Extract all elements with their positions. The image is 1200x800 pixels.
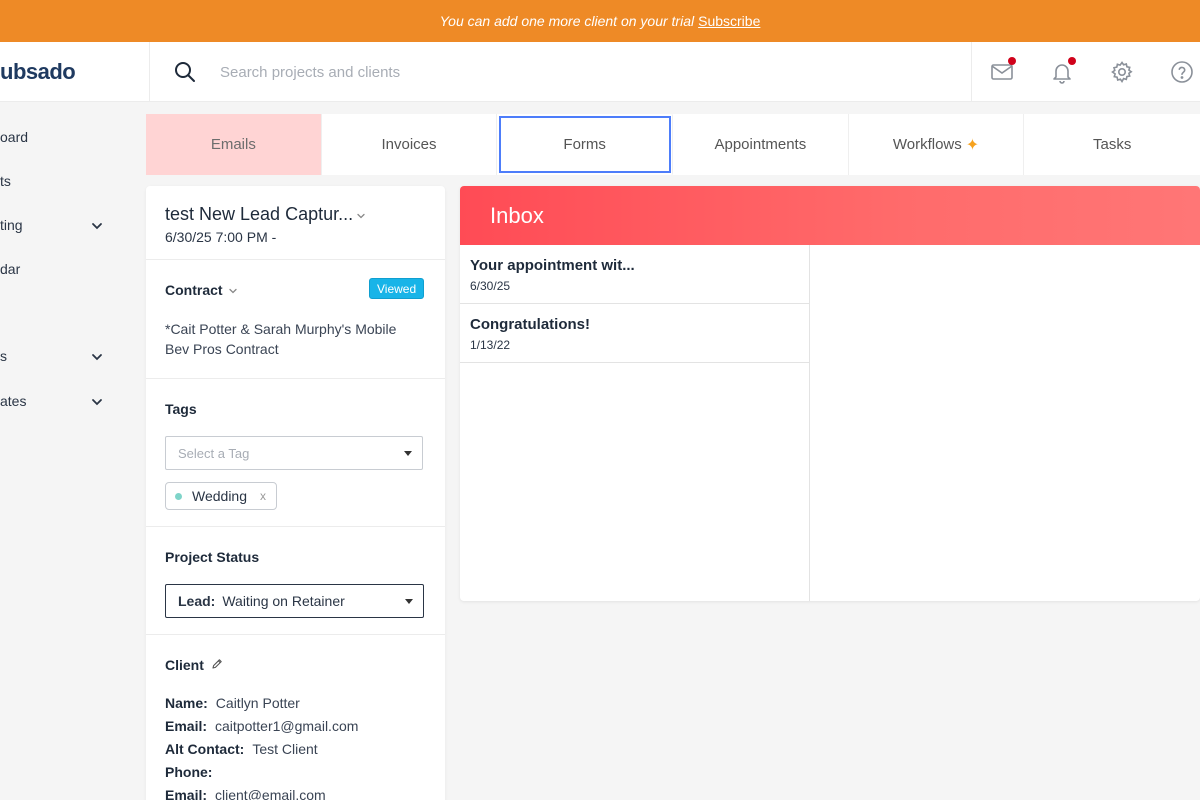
- chevron-down-icon[interactable]: [228, 286, 238, 296]
- subscribe-link[interactable]: Subscribe: [698, 13, 760, 29]
- search-input[interactable]: [210, 58, 710, 86]
- sidebar-item-tools[interactable]: s: [0, 345, 115, 369]
- sidebar-item-templates[interactable]: ates: [0, 390, 115, 414]
- field-value: Test Client: [252, 741, 318, 757]
- sidebar-item-label: ts: [0, 173, 11, 189]
- field-value[interactable]: client@email.com: [215, 787, 326, 800]
- field-value[interactable]: caitpotter1@gmail.com: [215, 718, 358, 734]
- tag-select[interactable]: Select a Tag: [165, 436, 423, 470]
- sidebar-item-dashboard[interactable]: oard: [0, 126, 115, 150]
- project-title[interactable]: test New Lead Captur...: [165, 204, 353, 225]
- project-status-label: Project Status: [165, 549, 260, 565]
- inbox-message-list: Your appointment wit... 6/30/25 Congratu…: [460, 245, 810, 601]
- client-phone-row: Phone:: [165, 764, 220, 780]
- sidebar-item-label: s: [0, 348, 7, 364]
- logo[interactable]: ubsado: [0, 42, 150, 102]
- field-label: Name:: [165, 695, 208, 711]
- bell-notification-dot: [1068, 57, 1076, 65]
- caret-down-icon: [405, 599, 413, 604]
- sparkle-icon: ✦: [965, 136, 980, 154]
- viewed-status-badge: Viewed: [369, 278, 425, 299]
- chevron-down-icon: [92, 354, 102, 361]
- logo-text: ubsado: [0, 59, 76, 84]
- sidebar-item-label: ates: [0, 393, 27, 409]
- tab-label: Appointments: [714, 136, 807, 153]
- top-header: ubsado: [0, 42, 1200, 102]
- sidebar-item-calendar[interactable]: dar: [0, 258, 115, 282]
- client-alt-email-row: Email: client@email.com: [165, 787, 326, 800]
- inbox-header: Inbox: [460, 186, 1200, 245]
- tag-select-placeholder: Select a Tag: [178, 445, 250, 461]
- tag-color-dot: [175, 493, 182, 500]
- message-date: 6/30/25: [470, 279, 511, 293]
- remove-tag-icon[interactable]: x: [260, 489, 266, 503]
- client-alt-contact-row: Alt Contact: Test Client: [165, 741, 318, 757]
- chevron-down-icon: [92, 399, 102, 406]
- field-label: Alt Contact:: [165, 741, 245, 757]
- tab-tasks[interactable]: Tasks: [1024, 114, 1200, 175]
- project-status-select[interactable]: Lead: Waiting on Retainer: [165, 584, 424, 618]
- sidebar-item-scheduling[interactable]: ting: [0, 214, 115, 238]
- field-label: Email:: [165, 787, 208, 800]
- project-tabs: Emails Invoices Forms Appointments Workf…: [146, 114, 1200, 175]
- header-divider: [971, 42, 972, 102]
- contract-label[interactable]: Contract: [165, 282, 223, 298]
- help-icon[interactable]: [1170, 60, 1194, 84]
- tab-forms[interactable]: Forms: [497, 114, 674, 175]
- contract-name[interactable]: *Cait Potter & Sarah Murphy's Mobile Bev…: [165, 319, 425, 359]
- caret-down-icon: [404, 451, 412, 456]
- inbox-title: Inbox: [490, 202, 544, 228]
- sidebar: oard ts ting dar s ates: [0, 102, 130, 800]
- chevron-down-icon[interactable]: [356, 211, 366, 221]
- client-email-row: Email: caitpotter1@gmail.com: [165, 718, 358, 734]
- tags-label: Tags: [165, 401, 197, 417]
- contract-name-line2: Bev Pros Contract: [165, 341, 279, 357]
- project-details-panel: test New Lead Captur... 6/30/25 7:00 PM …: [146, 186, 445, 800]
- trial-banner: You can add one more client on your tria…: [0, 0, 1200, 42]
- tag-chip-wedding[interactable]: Wedding x: [165, 482, 278, 510]
- message-subject: Your appointment wit...: [470, 257, 635, 274]
- status-value: Waiting on Retainer: [222, 593, 345, 609]
- contract-name-line1: *Cait Potter & Sarah Murphy's Mobile: [165, 321, 397, 337]
- project-status-section: Project Status: [146, 527, 445, 635]
- tab-appointments[interactable]: Appointments: [673, 114, 849, 175]
- sidebar-item-label: ting: [0, 217, 23, 233]
- list-item[interactable]: Congratulations! 1/13/22: [460, 304, 809, 363]
- sidebar-item-projects[interactable]: ts: [0, 170, 115, 194]
- project-date: 6/30/25 7:00 PM -: [165, 229, 277, 245]
- tab-label: Forms: [563, 136, 606, 153]
- project-header-section: test New Lead Captur... 6/30/25 7:00 PM …: [146, 186, 445, 260]
- inbox-panel: Inbox Your appointment wit... 6/30/25 Co…: [460, 186, 1200, 601]
- trial-banner-text: You can add one more client on your tria…: [439, 13, 695, 29]
- field-value: Caitlyn Potter: [215, 695, 300, 711]
- field-label: Email:: [165, 718, 208, 734]
- tab-emails[interactable]: Emails: [146, 114, 322, 175]
- field-label: Phone:: [165, 764, 213, 780]
- status-stage: Lead:: [178, 593, 216, 609]
- tab-workflows[interactable]: Workflows ✦: [849, 114, 1025, 175]
- mail-notification-dot: [1008, 57, 1016, 65]
- message-subject: Congratulations!: [470, 316, 590, 333]
- tab-invoices[interactable]: Invoices: [322, 114, 498, 175]
- list-item[interactable]: Your appointment wit... 6/30/25: [460, 245, 809, 304]
- pencil-icon[interactable]: [211, 658, 223, 670]
- tab-label: Emails: [210, 136, 256, 153]
- client-label: Client: [165, 657, 204, 673]
- chevron-down-icon: [92, 223, 102, 230]
- client-name-row: Name: Caitlyn Potter: [165, 695, 300, 711]
- sidebar-item-label: dar: [0, 261, 21, 277]
- message-date: 1/13/22: [470, 338, 511, 352]
- gear-icon[interactable]: [1110, 60, 1134, 84]
- sidebar-item-label: oard: [0, 129, 29, 145]
- tab-label: Invoices: [381, 136, 437, 153]
- tag-chip-label: Wedding: [192, 488, 248, 504]
- tab-label: Tasks: [1093, 136, 1132, 153]
- tab-label: Workflows: [892, 136, 962, 153]
- search-icon[interactable]: [173, 60, 197, 84]
